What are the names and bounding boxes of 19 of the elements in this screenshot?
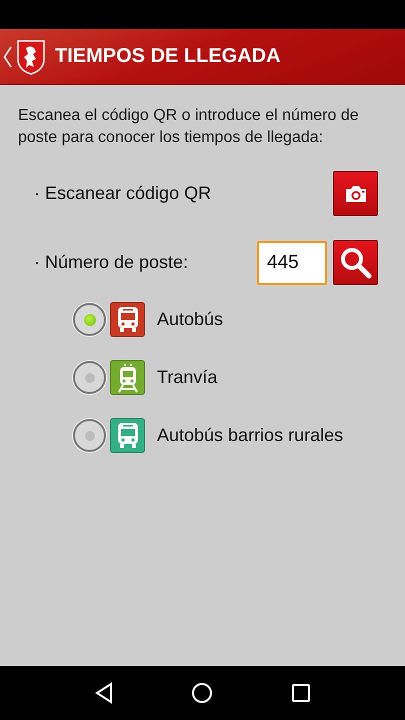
stop-number-label: · Número de poste: (34, 252, 190, 273)
radio-button[interactable] (73, 303, 106, 336)
search-button[interactable] (333, 240, 378, 285)
back-icon[interactable] (94, 682, 114, 704)
instructions-text: Escanea el código QR o introduce el número de poste para conocer los tiempos de llegada: (18, 106, 360, 148)
camera-button[interactable] (333, 171, 378, 216)
radio-button[interactable] (73, 361, 106, 394)
option-label: Tranvía (157, 367, 218, 388)
camera-icon (344, 184, 368, 204)
scan-label: · Escanear código QR (34, 183, 212, 204)
back-icon[interactable] (3, 46, 12, 68)
option-label: Autobús barrios rurales (157, 425, 344, 446)
option-label: Autobús (157, 309, 224, 330)
shield-icon (16, 38, 46, 74)
screen-title: TIEMPOS DE LLEGADA (55, 45, 281, 68)
recents-icon[interactable] (291, 683, 312, 703)
radio-button[interactable] (73, 419, 106, 452)
home-icon[interactable] (191, 682, 214, 704)
stop-number-field[interactable]: 445 (257, 240, 327, 284)
